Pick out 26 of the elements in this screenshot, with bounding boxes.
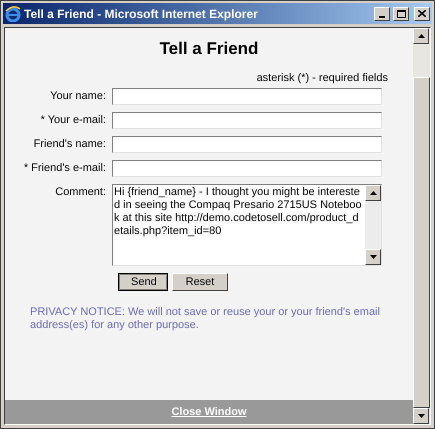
close-icon[interactable] [414,6,430,20]
minimize-icon[interactable] [374,6,390,20]
privacy-notice: PRIVACY NOTICE: We will not save or reuse your or your friend's email address(es) for any other purpose. [30,306,381,332]
send-button[interactable]: Send [118,273,168,291]
field-label: Your name: [49,89,107,104]
field-label: * Friend's e-mail: [22,161,107,176]
field-label: Friend's name: [32,137,107,152]
field-label: * Your e-mail: [40,113,107,128]
scroll-down-icon[interactable] [413,408,429,424]
field-label: Comment: [54,185,107,200]
text-field[interactable] [112,136,382,153]
browser-icon [5,6,21,22]
comment-field[interactable]: Hi {friend_name} - I thought you might be interested in seeing the Compaq Presario 2715US Notebook at this site http://demo.codetosell.com/product_details.php?item_id=80 [112,184,382,266]
scroll-thumb[interactable] [413,77,430,408]
text-field[interactable] [112,160,382,177]
maximize-icon[interactable] [393,6,409,20]
scroll-up-icon[interactable] [365,185,381,201]
required-note: asterisk (*) - required fields [256,70,388,86]
scroll-down-icon[interactable] [365,249,381,265]
text-field[interactable] [112,112,382,129]
text-field[interactable] [112,88,382,105]
scroll-up-icon[interactable] [413,28,429,44]
page-heading: Tell a Friend [158,38,260,60]
window-title: Tell a Friend - Microsoft Internet Explorer [24,6,259,22]
reset-button[interactable]: Reset [172,273,228,291]
scrollbar[interactable] [413,28,430,424]
